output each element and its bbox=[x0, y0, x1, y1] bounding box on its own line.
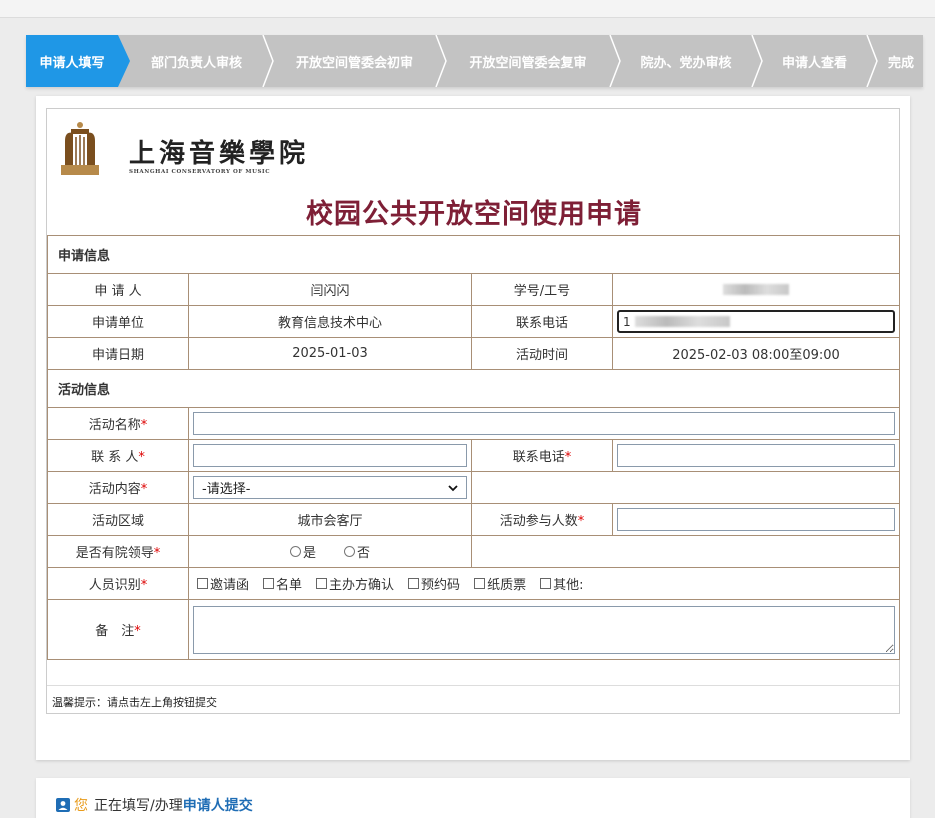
step-label: 部门负责人审核 bbox=[150, 55, 242, 71]
section-apply-info: 申请信息 bbox=[46, 235, 901, 274]
label-contact: 联 系 人* bbox=[47, 439, 189, 472]
remark-textarea[interactable] bbox=[193, 605, 896, 654]
phone-value-prefix: 1 bbox=[623, 314, 631, 329]
chevron-down-icon bbox=[448, 484, 458, 491]
chevron-separator-icon bbox=[751, 35, 763, 87]
workflow-steps: 申请人填写 部门负责人审核 开放空间管委会初审 开放空间管委会复审 院办、党办审… bbox=[26, 35, 923, 87]
radio-circle-icon bbox=[344, 546, 355, 557]
checkbox-icon bbox=[316, 578, 328, 589]
label-phone: 联系电话 bbox=[471, 305, 613, 338]
value-id-redacted bbox=[611, 273, 901, 306]
activity-name-input[interactable] bbox=[193, 412, 896, 435]
application-form-table: 申请信息 申 请 人 闫闪闪 学号/工号 申请单位 教育信息技术中心 联系电话 … bbox=[46, 235, 901, 660]
contact-phone-cell bbox=[611, 439, 901, 472]
select-value: -请选择- bbox=[202, 482, 251, 497]
participant-count-cell bbox=[611, 503, 901, 536]
step-applicant-fill[interactable]: 申请人填写 bbox=[26, 35, 130, 87]
contact-input[interactable] bbox=[193, 444, 467, 467]
label-unit: 申请单位 bbox=[47, 305, 189, 338]
submit-tip: 温馨提示：请点击左上角按钮提交 bbox=[47, 685, 899, 710]
status-bar: 您 正在填写/办理 申请人提交 bbox=[36, 778, 910, 818]
step-label: 开放空间管委会初审 bbox=[295, 55, 413, 71]
checkbox-icon bbox=[540, 578, 552, 589]
step-label: 申请人查看 bbox=[781, 55, 847, 71]
radio-yes[interactable]: 是 bbox=[289, 542, 316, 561]
checkbox-booking-code[interactable]: 预约码 bbox=[408, 574, 460, 593]
value-unit: 教育信息技术中心 bbox=[188, 305, 472, 338]
checkbox-icon bbox=[474, 578, 486, 589]
step-dept-review[interactable]: 部门负责人审核 bbox=[118, 35, 261, 87]
label-activity-name: 活动名称* bbox=[47, 407, 189, 440]
label-date: 申请日期 bbox=[47, 337, 189, 370]
phone-cell: 1 bbox=[611, 305, 901, 338]
label-leader: 是否有院领导* bbox=[47, 535, 189, 568]
label-applicant: 申 请 人 bbox=[47, 273, 189, 306]
checkbox-icon bbox=[408, 578, 420, 589]
label-activity-content: 活动内容* bbox=[47, 471, 189, 504]
value-time: 2025-02-03 08:00至09:00 bbox=[611, 337, 901, 370]
checkbox-icon bbox=[197, 578, 208, 589]
school-name-english: SHANGHAI CONSERVATORY OF MUSIC bbox=[129, 169, 271, 175]
step-complete[interactable]: 完成 bbox=[865, 35, 923, 87]
remark-cell bbox=[187, 599, 901, 660]
activity-content-select[interactable]: -请选择- bbox=[193, 476, 467, 499]
step-label: 完成 bbox=[887, 55, 914, 71]
status-text: 正在填写/办理 bbox=[94, 798, 183, 814]
user-icon bbox=[56, 798, 70, 812]
label-time: 活动时间 bbox=[471, 337, 613, 370]
label-id: 学号/工号 bbox=[471, 273, 613, 306]
chevron-separator-icon bbox=[435, 35, 447, 87]
label-remark: 备 注* bbox=[47, 599, 189, 660]
chevron-separator-icon bbox=[866, 35, 878, 87]
checkbox-invitation[interactable]: 邀请函 bbox=[197, 574, 249, 593]
label-contact-phone: 联系电话* bbox=[471, 439, 613, 472]
step-label: 院办、党办审核 bbox=[640, 55, 732, 71]
step-office-review[interactable]: 院办、党办审核 bbox=[608, 35, 750, 87]
status-you: 您 bbox=[74, 798, 88, 814]
checkbox-list[interactable]: 名单 bbox=[263, 574, 302, 593]
step-label: 申请人填写 bbox=[39, 55, 105, 71]
status-stage: 申请人提交 bbox=[182, 798, 253, 814]
step-first-review[interactable]: 开放空间管委会初审 bbox=[261, 35, 434, 87]
checkbox-organizer-confirm[interactable]: 主办方确认 bbox=[316, 574, 394, 593]
value-date: 2025-01-03 bbox=[188, 337, 472, 370]
school-logo: 上海音樂學院 SHANGHAI CONSERVATORY OF MUSIC bbox=[57, 119, 337, 181]
step-applicant-view[interactable]: 申请人查看 bbox=[750, 35, 865, 87]
value-applicant: 闫闪闪 bbox=[188, 273, 472, 306]
chevron-separator-icon bbox=[262, 35, 274, 87]
empty-cell bbox=[470, 535, 901, 568]
empty-cell bbox=[470, 471, 901, 504]
value-activity-area: 城市会客厅 bbox=[188, 503, 472, 536]
step-second-review[interactable]: 开放空间管委会复审 bbox=[434, 35, 608, 87]
page-title: 校园公共开放空间使用申请 bbox=[306, 199, 642, 230]
leader-radio-cell: 是 否 bbox=[188, 535, 472, 568]
checkbox-icon bbox=[263, 578, 275, 589]
radio-circle-icon bbox=[289, 546, 301, 557]
radio-no[interactable]: 否 bbox=[344, 542, 370, 561]
section-activity-info: 活动信息 bbox=[46, 369, 901, 408]
label-participant-count: 活动参与人数* bbox=[471, 503, 613, 536]
identification-cell: 邀请函 名单 主办方确认 预约码 纸质票 其他: bbox=[187, 567, 901, 600]
browser-top-strip bbox=[0, 0, 935, 18]
applicant-phone-input[interactable]: 1 bbox=[617, 310, 896, 333]
school-name-logo: 上海音樂學院 bbox=[129, 139, 310, 169]
application-document: 上海音樂學院 SHANGHAI CONSERVATORY OF MUSIC 校园… bbox=[46, 108, 901, 714]
contact-phone-input[interactable] bbox=[617, 444, 896, 467]
label-identification: 人员识别* bbox=[47, 567, 189, 600]
participant-count-input[interactable] bbox=[617, 508, 896, 531]
form-panel: 上海音樂學院 SHANGHAI CONSERVATORY OF MUSIC 校园… bbox=[36, 96, 910, 760]
lyre-emblem-icon bbox=[61, 122, 99, 175]
activity-name-cell bbox=[187, 407, 901, 440]
label-activity-area: 活动区域 bbox=[47, 503, 189, 536]
chevron-separator-icon bbox=[609, 35, 621, 87]
step-label: 开放空间管委会复审 bbox=[469, 55, 587, 71]
activity-content-cell: -请选择- bbox=[188, 471, 472, 504]
contact-cell bbox=[188, 439, 472, 472]
checkbox-other[interactable]: 其他: bbox=[540, 574, 583, 593]
checkbox-paper-ticket[interactable]: 纸质票 bbox=[474, 574, 526, 593]
